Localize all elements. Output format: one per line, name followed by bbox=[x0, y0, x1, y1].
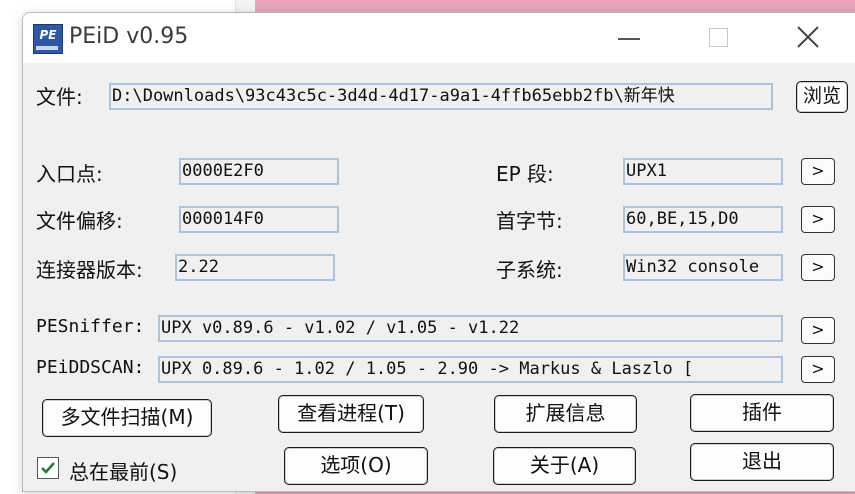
subsystem-label: 子系统: bbox=[496, 258, 563, 282]
maximize-icon bbox=[709, 28, 728, 47]
file-path-field[interactable]: D:\Downloads\93c43c5c-3d4d-4d17-a9a1-4ff… bbox=[109, 83, 773, 110]
extended-info-button[interactable]: 扩展信息 bbox=[494, 395, 637, 433]
always-on-top-label[interactable]: 总在最前(S) bbox=[69, 456, 177, 485]
multi-file-scan-button[interactable]: 多文件扫描(M) bbox=[42, 399, 212, 437]
app-icon-text: PE bbox=[39, 28, 57, 42]
view-process-button[interactable]: 查看进程(T) bbox=[278, 395, 424, 433]
subsystem-detail-button[interactable]: > bbox=[801, 254, 835, 281]
minimize-icon bbox=[618, 38, 640, 40]
peid-window: PE PEiD v0.95 文件: D:\Downloads\93c43c5c-… bbox=[22, 12, 855, 492]
title-bar[interactable]: PE PEiD v0.95 bbox=[23, 13, 855, 63]
file-label: 文件: bbox=[36, 85, 83, 109]
maximize-button[interactable] bbox=[698, 21, 738, 55]
file-offset-label: 文件偏移: bbox=[36, 209, 123, 233]
peiddscan-label: PEiDDSCAN: bbox=[36, 357, 145, 378]
entry-point-field[interactable]: 0000E2F0 bbox=[179, 158, 339, 185]
pesniffer-label: PESniffer: bbox=[36, 316, 145, 337]
options-button[interactable]: 选项(O) bbox=[284, 447, 428, 485]
pesniffer-field[interactable]: UPX v0.89.6 - v1.02 / v1.05 - v1.22 bbox=[158, 315, 783, 342]
pesniffer-detail-button[interactable]: > bbox=[801, 317, 835, 344]
window-title: PEiD v0.95 bbox=[69, 24, 189, 49]
file-offset-field[interactable]: 000014F0 bbox=[179, 206, 339, 233]
close-icon bbox=[797, 26, 819, 48]
linker-version-label: 连接器版本: bbox=[36, 258, 143, 282]
subsystem-field[interactable]: Win32 console bbox=[623, 254, 783, 281]
about-button[interactable]: 关于(A) bbox=[493, 447, 636, 485]
first-bytes-field[interactable]: 60,BE,15,D0 bbox=[623, 206, 783, 233]
first-bytes-label: 首字节: bbox=[496, 209, 563, 233]
checkmark-icon bbox=[41, 462, 55, 474]
peiddscan-detail-button[interactable]: > bbox=[801, 356, 835, 383]
ep-section-label: EP 段: bbox=[496, 162, 554, 186]
exit-button[interactable]: 退出 bbox=[690, 443, 834, 481]
linker-version-field[interactable]: 2.22 bbox=[175, 254, 335, 281]
ep-section-field[interactable]: UPX1 bbox=[623, 158, 783, 185]
browse-button[interactable]: 浏览 bbox=[796, 81, 848, 113]
peid-app-icon: PE bbox=[33, 24, 63, 54]
first-bytes-detail-button[interactable]: > bbox=[801, 206, 835, 233]
plugins-button[interactable]: 插件 bbox=[690, 394, 834, 432]
always-on-top-checkbox[interactable] bbox=[37, 457, 59, 479]
minimize-button[interactable] bbox=[608, 21, 648, 55]
peiddscan-field[interactable]: UPX 0.89.6 - 1.02 / 1.05 - 2.90 -> Marku… bbox=[158, 356, 783, 383]
close-button[interactable] bbox=[788, 21, 828, 55]
ep-section-detail-button[interactable]: > bbox=[801, 158, 835, 185]
entry-point-label: 入口点: bbox=[36, 162, 103, 186]
